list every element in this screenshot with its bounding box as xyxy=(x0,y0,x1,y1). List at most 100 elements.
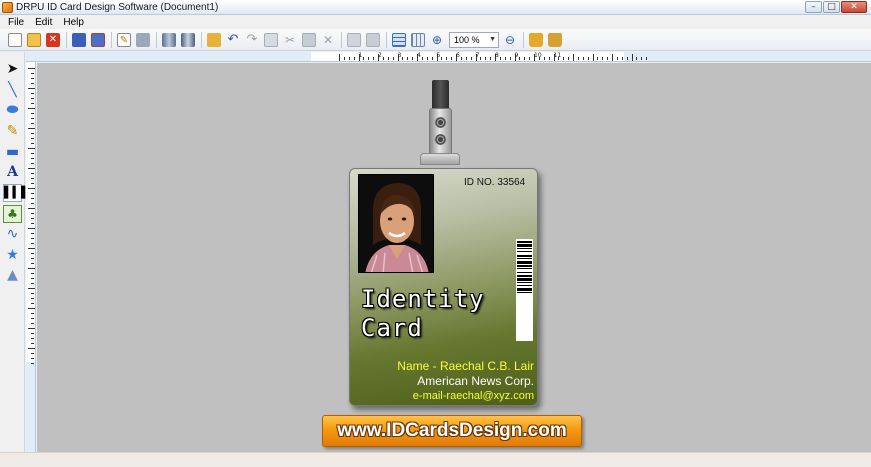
unlock-button[interactable] xyxy=(546,31,564,49)
minimize-button[interactable]: – xyxy=(805,1,822,13)
ruler-tick xyxy=(31,203,34,204)
card-title[interactable]: Identity Card xyxy=(361,285,485,343)
ruler-tick xyxy=(31,143,34,144)
ruler-tick xyxy=(31,118,34,119)
card-company[interactable]: American News Corp. xyxy=(417,374,534,388)
ruler-tick xyxy=(485,57,487,60)
paste-button[interactable] xyxy=(300,31,318,49)
maximize-button[interactable]: □ xyxy=(823,1,840,13)
barcode-bar xyxy=(517,241,532,243)
triangle-tool[interactable]: ▲ xyxy=(3,266,22,284)
ruler-number: 4 xyxy=(417,52,421,59)
window-controls: – □ ✕ xyxy=(805,1,867,13)
zoom-in-button[interactable]: ⊕ xyxy=(428,31,446,49)
ruler-tick xyxy=(339,54,340,61)
ruler-tick xyxy=(31,193,34,194)
database-button[interactable] xyxy=(160,31,178,49)
ruler-tick xyxy=(368,57,370,60)
text-icon: A xyxy=(7,164,18,180)
ruler-tick xyxy=(31,283,34,284)
new-button[interactable] xyxy=(6,31,24,49)
close-doc-button[interactable]: ✕ xyxy=(44,31,62,49)
ruler-tick xyxy=(631,54,633,61)
print-icon xyxy=(136,32,150,47)
card-email[interactable]: e-mail-raechal@xyz.com xyxy=(413,390,534,402)
print-button[interactable] xyxy=(134,31,152,49)
ruler-tick xyxy=(31,298,34,299)
save-button[interactable] xyxy=(70,31,88,49)
ruler-tick xyxy=(31,153,34,154)
cut-button[interactable]: ✂ xyxy=(281,31,299,49)
text-tool[interactable]: A xyxy=(3,163,22,181)
ruler-tick xyxy=(31,218,34,219)
ruler-tick xyxy=(451,57,453,60)
ruler-tick xyxy=(509,57,511,60)
ruler-tick xyxy=(28,188,35,189)
save-as-button[interactable] xyxy=(89,31,107,49)
clip-base xyxy=(420,153,460,165)
redo-button[interactable]: ↷ xyxy=(243,31,261,49)
database-icon xyxy=(162,32,176,47)
id-card[interactable]: ID NO. 33564 Identity Card Name - Raecha… xyxy=(349,168,538,406)
grid-dots-button[interactable] xyxy=(409,31,427,49)
ruler-tick xyxy=(28,248,35,249)
ruler-tick xyxy=(636,57,638,60)
ruler-tick xyxy=(31,198,34,199)
copy-button[interactable] xyxy=(262,31,280,49)
edit-button[interactable]: ✎ xyxy=(115,31,133,49)
ruler-tick xyxy=(31,158,34,159)
delete-button[interactable]: ✕ xyxy=(319,31,337,49)
ruler-tick xyxy=(31,343,34,344)
ruler-tick xyxy=(31,318,34,319)
close-button[interactable]: ✕ xyxy=(841,1,867,13)
star-icon: ★ xyxy=(6,247,19,263)
ruler-tick xyxy=(490,57,492,60)
ruler-tick xyxy=(28,328,35,329)
open-button[interactable] xyxy=(25,31,43,49)
copy-icon xyxy=(264,32,278,47)
grid-dots-icon xyxy=(411,32,425,47)
line-tool[interactable]: ╲ xyxy=(3,81,22,99)
pencil-tool[interactable]: ✎ xyxy=(3,122,22,140)
star-tool[interactable]: ★ xyxy=(3,246,22,264)
curve-tool[interactable]: ∿ xyxy=(3,225,22,243)
card-id-number[interactable]: ID NO. 33564 xyxy=(464,177,525,188)
send-back-button[interactable] xyxy=(364,31,382,49)
card-holder-name[interactable]: Name - Raechal C.B. Lair xyxy=(397,359,534,373)
ruler-tick xyxy=(31,98,34,99)
barcode-tool[interactable]: ▌▌▍▌ xyxy=(0,184,29,202)
menu-help[interactable]: Help xyxy=(63,17,84,28)
ruler-number: 8 xyxy=(495,52,499,59)
ruler-tick xyxy=(470,57,472,60)
ruler-tick xyxy=(28,228,35,229)
image-tool[interactable]: ♣ xyxy=(3,205,22,223)
zoom-select[interactable]: 100 % ▼ xyxy=(449,31,499,48)
card-photo[interactable] xyxy=(358,174,434,273)
database-multi-button[interactable] xyxy=(179,31,197,49)
vertical-ruler xyxy=(26,62,36,452)
pointer-tool[interactable]: ➤ xyxy=(3,60,22,78)
save-icon xyxy=(72,32,86,47)
card-barcode[interactable] xyxy=(516,239,533,341)
ruler-tick xyxy=(28,128,35,129)
ruler-tick xyxy=(421,57,423,60)
ruler-tick xyxy=(499,57,501,60)
zoom-out-button[interactable]: ⊖ xyxy=(501,31,519,49)
ruler-tick xyxy=(348,57,350,60)
ruler-tick xyxy=(597,57,599,60)
barcode-bar xyxy=(517,292,532,293)
grid-button[interactable] xyxy=(390,31,408,49)
ellipse-tool[interactable]: ⬬ xyxy=(3,101,22,119)
ruler-number: 6 xyxy=(456,52,460,59)
undo-button[interactable]: ↶ xyxy=(224,31,242,49)
lock-button[interactable] xyxy=(527,31,545,49)
ruler-tick xyxy=(31,293,34,294)
menu-edit[interactable]: Edit xyxy=(35,17,52,28)
open-folder-button[interactable] xyxy=(205,31,223,49)
rectangle-tool[interactable]: ▬ xyxy=(3,143,22,161)
zoom-value: 100 % xyxy=(454,34,480,45)
bring-front-button[interactable] xyxy=(345,31,363,49)
ruler-number: 5 xyxy=(436,52,441,59)
ruler-tick xyxy=(31,363,34,364)
menu-file[interactable]: File xyxy=(8,17,24,28)
